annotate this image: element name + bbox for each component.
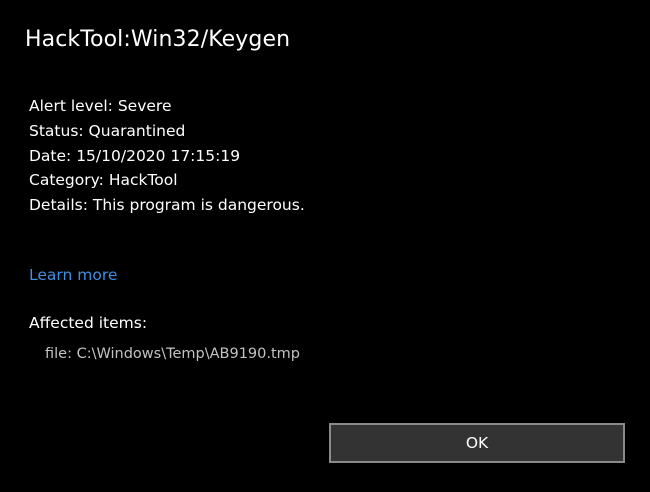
date-text: Date: 15/10/2020 17:15:19 — [29, 146, 241, 165]
threat-details-dialog: HackTool:Win32/Keygen Alert level: Sever… — [0, 0, 650, 492]
learn-more-link[interactable]: Learn more — [29, 266, 117, 284]
details-text: Details: This program is dangerous. — [29, 196, 305, 215]
affected-item: file: C:\Windows\Temp\AB9190.tmp — [45, 346, 301, 362]
ok-button[interactable]: OK — [329, 423, 625, 463]
threat-title: HackTool:Win32/Keygen — [25, 27, 291, 52]
affected-items-label: Affected items: — [29, 314, 148, 332]
category-text: Category: HackTool — [29, 171, 178, 190]
status-text: Status: Quarantined — [29, 121, 186, 140]
threat-details: Alert level: Severe Status: Quarantined … — [29, 94, 305, 218]
alert-level-text: Alert level: Severe — [29, 97, 172, 115]
